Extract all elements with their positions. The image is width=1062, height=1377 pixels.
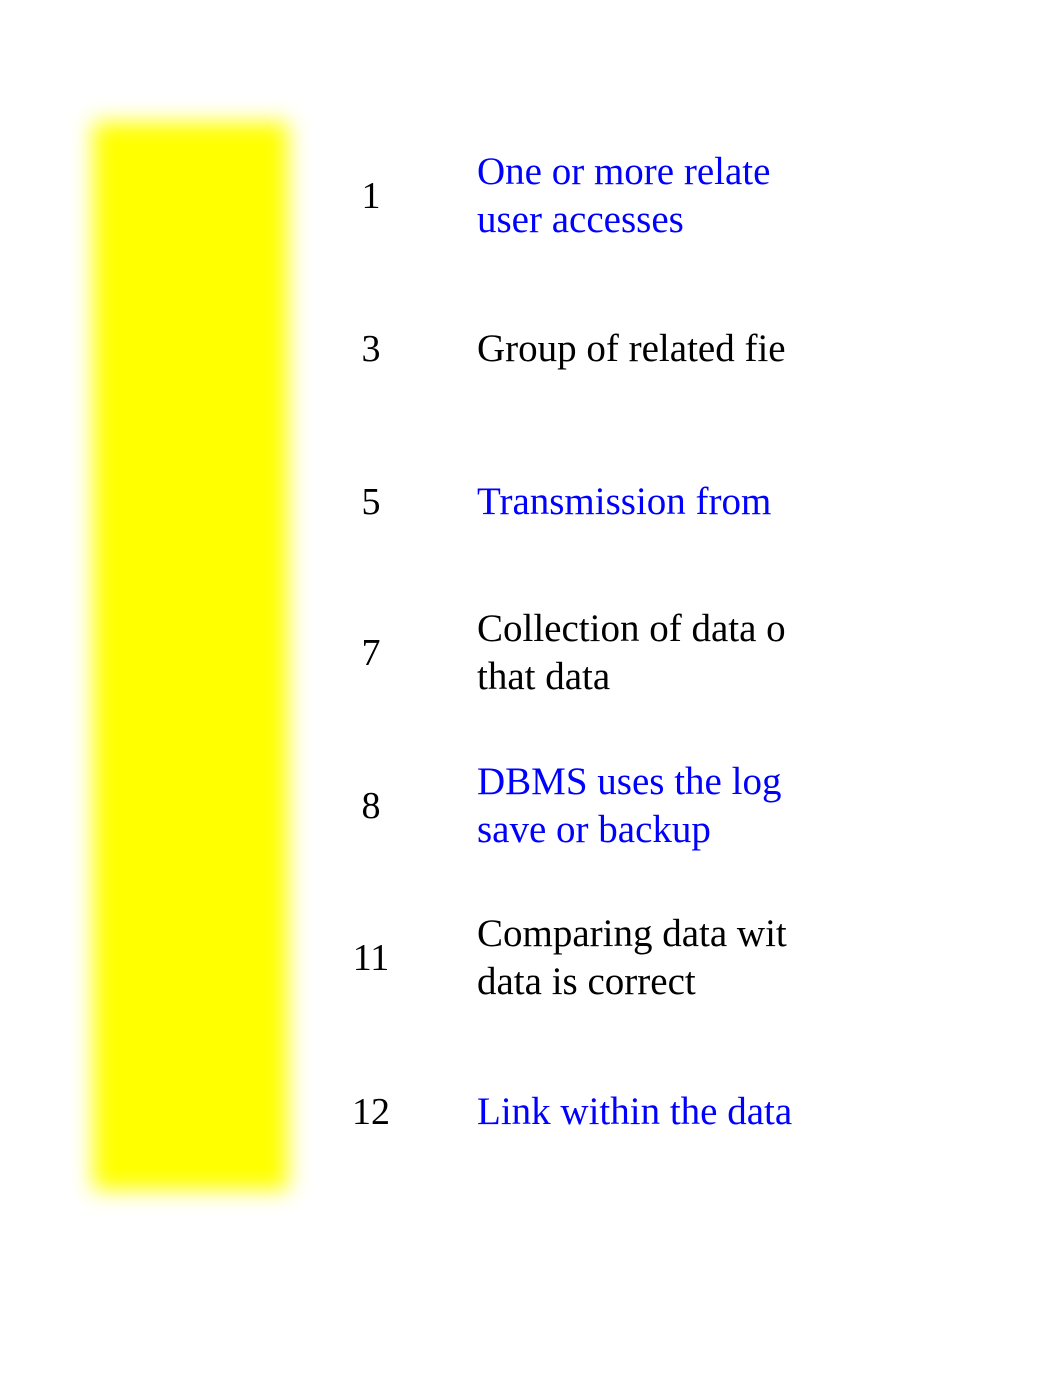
list-item-number: 11: [352, 937, 390, 979]
list-item-text: One or more relate user accesses: [477, 150, 771, 241]
list-item-text: Collection of data o that data: [477, 607, 786, 698]
page-canvas: 1 One or more relate user accesses 3 Group …: [0, 0, 1062, 1377]
list-item-number: 5: [361, 481, 381, 523]
list-item[interactable]: 5 Transmission from: [340, 478, 1040, 526]
list-item[interactable]: 1 One or more relate user accesses: [340, 148, 1040, 244]
list-item[interactable]: 3 Group of related fie: [340, 325, 1040, 373]
list-item-text: Link within the data: [477, 1090, 793, 1133]
list-item[interactable]: 8 DBMS uses the log save or backup: [340, 758, 1040, 854]
list-item-text: Comparing data wit data is correct: [477, 912, 787, 1003]
list-item-number: 1: [361, 175, 381, 217]
list-item-number: 8: [361, 785, 381, 827]
list-item-number: 12: [352, 1091, 390, 1133]
list-item-text: DBMS uses the log save or backup: [477, 760, 782, 851]
list-item-number: 7: [361, 632, 381, 674]
numbered-definition-list: 1 One or more relate user accesses 3 Group …: [0, 0, 1062, 1377]
list-item[interactable]: 7 Collection of data o that data: [340, 605, 1040, 701]
list-item-number: 3: [361, 328, 381, 370]
list-item-text: Group of related fie: [477, 327, 786, 370]
list-item[interactable]: 12 Link within the data: [340, 1088, 1040, 1136]
list-item-text: Transmission from: [477, 480, 772, 523]
list-item[interactable]: 11 Comparing data wit data is correct: [340, 910, 1040, 1006]
